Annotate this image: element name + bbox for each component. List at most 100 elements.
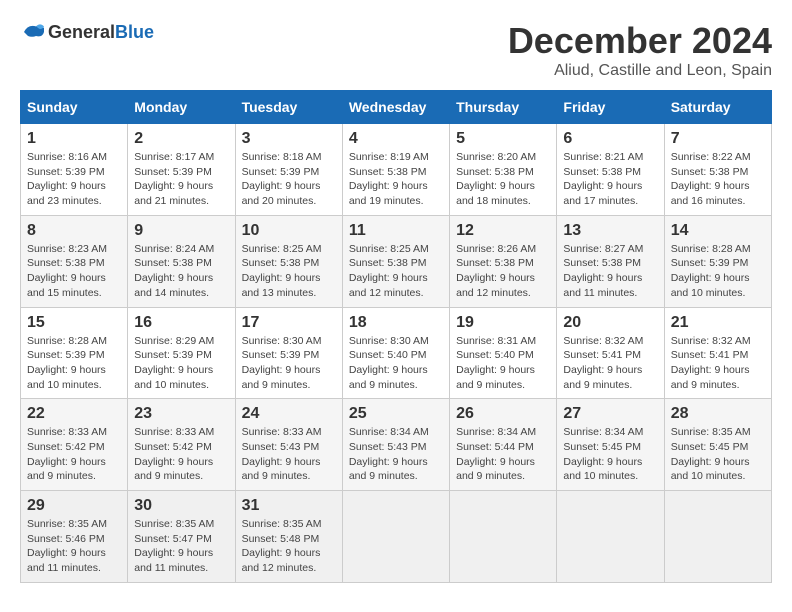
daylight: Daylight: 9 hours and 19 minutes. xyxy=(349,180,428,207)
daylight: Daylight: 9 hours and 11 minutes. xyxy=(563,272,642,299)
calendar-cell xyxy=(557,491,664,583)
day-info: Sunrise: 8:35 AM Sunset: 5:46 PM Dayligh… xyxy=(27,517,121,576)
header-tuesday: Tuesday xyxy=(235,91,342,124)
day-info: Sunrise: 8:23 AM Sunset: 5:38 PM Dayligh… xyxy=(27,242,121,301)
sunset: Sunset: 5:38 PM xyxy=(456,257,534,269)
daylight: Daylight: 9 hours and 23 minutes. xyxy=(27,180,106,207)
sunset: Sunset: 5:38 PM xyxy=(563,166,641,178)
daylight: Daylight: 9 hours and 10 minutes. xyxy=(563,456,642,483)
day-number: 23 xyxy=(134,405,228,423)
sunset: Sunset: 5:45 PM xyxy=(563,441,641,453)
day-info: Sunrise: 8:35 AM Sunset: 5:45 PM Dayligh… xyxy=(671,425,765,484)
day-info: Sunrise: 8:30 AM Sunset: 5:39 PM Dayligh… xyxy=(242,334,336,393)
sunrise: Sunrise: 8:21 AM xyxy=(563,151,643,163)
day-info: Sunrise: 8:35 AM Sunset: 5:48 PM Dayligh… xyxy=(242,517,336,576)
day-number: 13 xyxy=(563,222,657,240)
logo-icon xyxy=(20,20,44,44)
daylight: Daylight: 9 hours and 12 minutes. xyxy=(456,272,535,299)
calendar-cell: 23 Sunrise: 8:33 AM Sunset: 5:42 PM Dayl… xyxy=(128,399,235,491)
sunrise: Sunrise: 8:28 AM xyxy=(27,335,107,347)
day-info: Sunrise: 8:17 AM Sunset: 5:39 PM Dayligh… xyxy=(134,150,228,209)
sunrise: Sunrise: 8:30 AM xyxy=(349,335,429,347)
calendar-cell: 18 Sunrise: 8:30 AM Sunset: 5:40 PM Dayl… xyxy=(342,307,449,399)
daylight: Daylight: 9 hours and 9 minutes. xyxy=(563,364,642,391)
day-number: 24 xyxy=(242,405,336,423)
calendar-cell: 10 Sunrise: 8:25 AM Sunset: 5:38 PM Dayl… xyxy=(235,215,342,307)
calendar-cell: 13 Sunrise: 8:27 AM Sunset: 5:38 PM Dayl… xyxy=(557,215,664,307)
sunset: Sunset: 5:46 PM xyxy=(27,533,105,545)
sunrise: Sunrise: 8:35 AM xyxy=(242,518,322,530)
calendar-cell: 14 Sunrise: 8:28 AM Sunset: 5:39 PM Dayl… xyxy=(664,215,771,307)
calendar-week-2: 8 Sunrise: 8:23 AM Sunset: 5:38 PM Dayli… xyxy=(21,215,772,307)
daylight: Daylight: 9 hours and 14 minutes. xyxy=(134,272,213,299)
page-header: GeneralBlue December 2024 Aliud, Castill… xyxy=(20,20,772,80)
sunset: Sunset: 5:42 PM xyxy=(134,441,212,453)
header-row: Sunday Monday Tuesday Wednesday Thursday… xyxy=(21,91,772,124)
calendar-week-3: 15 Sunrise: 8:28 AM Sunset: 5:39 PM Dayl… xyxy=(21,307,772,399)
day-number: 29 xyxy=(27,497,121,515)
calendar-cell: 8 Sunrise: 8:23 AM Sunset: 5:38 PM Dayli… xyxy=(21,215,128,307)
logo-blue: Blue xyxy=(115,22,154,42)
day-number: 4 xyxy=(349,130,443,148)
sunset: Sunset: 5:39 PM xyxy=(134,349,212,361)
calendar-cell: 24 Sunrise: 8:33 AM Sunset: 5:43 PM Dayl… xyxy=(235,399,342,491)
sunrise: Sunrise: 8:18 AM xyxy=(242,151,322,163)
daylight: Daylight: 9 hours and 16 minutes. xyxy=(671,180,750,207)
daylight: Daylight: 9 hours and 9 minutes. xyxy=(27,456,106,483)
sunset: Sunset: 5:38 PM xyxy=(27,257,105,269)
daylight: Daylight: 9 hours and 9 minutes. xyxy=(242,456,321,483)
daylight: Daylight: 9 hours and 9 minutes. xyxy=(134,456,213,483)
day-number: 20 xyxy=(563,314,657,332)
sunset: Sunset: 5:39 PM xyxy=(242,349,320,361)
sunset: Sunset: 5:48 PM xyxy=(242,533,320,545)
day-info: Sunrise: 8:29 AM Sunset: 5:39 PM Dayligh… xyxy=(134,334,228,393)
header-saturday: Saturday xyxy=(664,91,771,124)
sunrise: Sunrise: 8:25 AM xyxy=(242,243,322,255)
sunrise: Sunrise: 8:34 AM xyxy=(456,426,536,438)
sunrise: Sunrise: 8:19 AM xyxy=(349,151,429,163)
sunset: Sunset: 5:43 PM xyxy=(242,441,320,453)
sunrise: Sunrise: 8:35 AM xyxy=(671,426,751,438)
logo-general: General xyxy=(48,22,115,42)
sunset: Sunset: 5:47 PM xyxy=(134,533,212,545)
sunset: Sunset: 5:39 PM xyxy=(134,166,212,178)
calendar-cell: 22 Sunrise: 8:33 AM Sunset: 5:42 PM Dayl… xyxy=(21,399,128,491)
sunrise: Sunrise: 8:29 AM xyxy=(134,335,214,347)
day-number: 21 xyxy=(671,314,765,332)
day-number: 2 xyxy=(134,130,228,148)
day-number: 28 xyxy=(671,405,765,423)
calendar-week-4: 22 Sunrise: 8:33 AM Sunset: 5:42 PM Dayl… xyxy=(21,399,772,491)
calendar-cell: 17 Sunrise: 8:30 AM Sunset: 5:39 PM Dayl… xyxy=(235,307,342,399)
day-info: Sunrise: 8:21 AM Sunset: 5:38 PM Dayligh… xyxy=(563,150,657,209)
calendar-cell: 27 Sunrise: 8:34 AM Sunset: 5:45 PM Dayl… xyxy=(557,399,664,491)
sunset: Sunset: 5:44 PM xyxy=(456,441,534,453)
sunrise: Sunrise: 8:32 AM xyxy=(563,335,643,347)
day-number: 17 xyxy=(242,314,336,332)
day-number: 15 xyxy=(27,314,121,332)
calendar-cell: 21 Sunrise: 8:32 AM Sunset: 5:41 PM Dayl… xyxy=(664,307,771,399)
sunset: Sunset: 5:45 PM xyxy=(671,441,749,453)
sunrise: Sunrise: 8:30 AM xyxy=(242,335,322,347)
daylight: Daylight: 9 hours and 10 minutes. xyxy=(27,364,106,391)
sunrise: Sunrise: 8:25 AM xyxy=(349,243,429,255)
daylight: Daylight: 9 hours and 17 minutes. xyxy=(563,180,642,207)
sunset: Sunset: 5:40 PM xyxy=(456,349,534,361)
calendar-cell xyxy=(664,491,771,583)
day-number: 9 xyxy=(134,222,228,240)
calendar-week-1: 1 Sunrise: 8:16 AM Sunset: 5:39 PM Dayli… xyxy=(21,124,772,216)
daylight: Daylight: 9 hours and 12 minutes. xyxy=(242,547,321,574)
day-info: Sunrise: 8:27 AM Sunset: 5:38 PM Dayligh… xyxy=(563,242,657,301)
calendar-cell: 1 Sunrise: 8:16 AM Sunset: 5:39 PM Dayli… xyxy=(21,124,128,216)
calendar-cell: 6 Sunrise: 8:21 AM Sunset: 5:38 PM Dayli… xyxy=(557,124,664,216)
calendar-cell: 3 Sunrise: 8:18 AM Sunset: 5:39 PM Dayli… xyxy=(235,124,342,216)
day-number: 10 xyxy=(242,222,336,240)
sunrise: Sunrise: 8:23 AM xyxy=(27,243,107,255)
sunrise: Sunrise: 8:32 AM xyxy=(671,335,751,347)
sunrise: Sunrise: 8:27 AM xyxy=(563,243,643,255)
sunset: Sunset: 5:38 PM xyxy=(134,257,212,269)
day-info: Sunrise: 8:16 AM Sunset: 5:39 PM Dayligh… xyxy=(27,150,121,209)
day-info: Sunrise: 8:34 AM Sunset: 5:43 PM Dayligh… xyxy=(349,425,443,484)
day-info: Sunrise: 8:31 AM Sunset: 5:40 PM Dayligh… xyxy=(456,334,550,393)
daylight: Daylight: 9 hours and 13 minutes. xyxy=(242,272,321,299)
sunset: Sunset: 5:39 PM xyxy=(242,166,320,178)
